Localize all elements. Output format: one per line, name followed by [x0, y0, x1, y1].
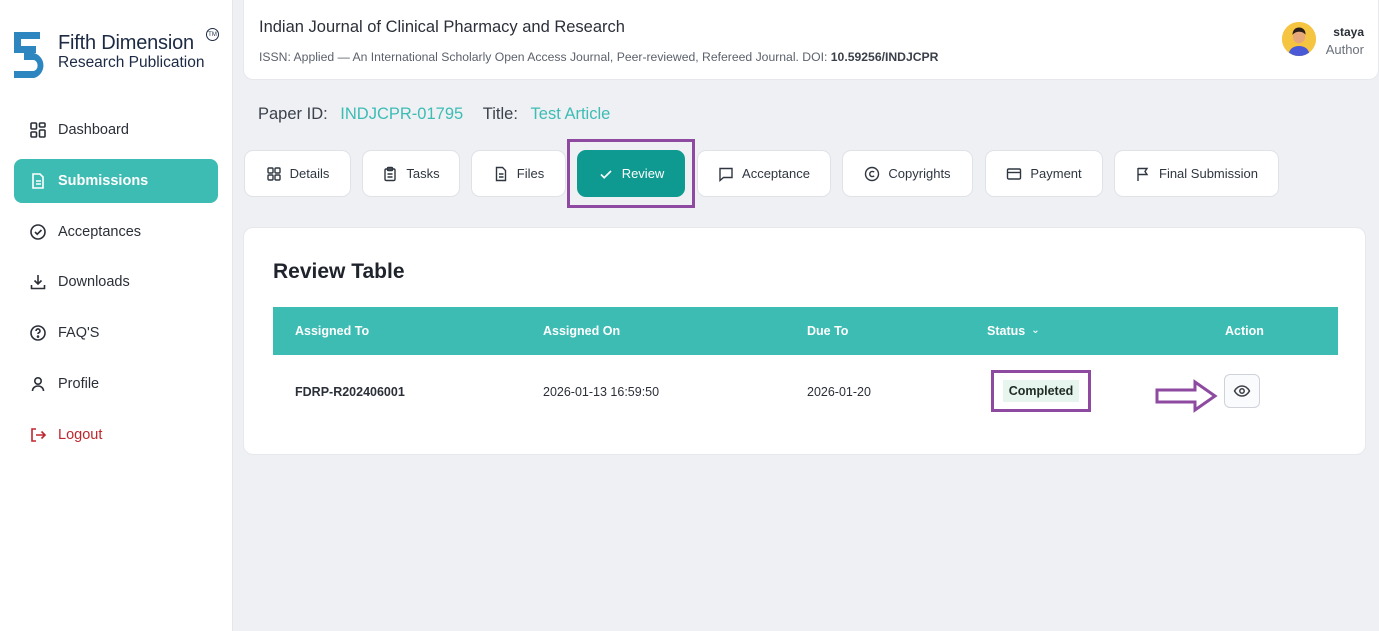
user-role: Author — [1325, 42, 1364, 57]
tab-label: Files — [516, 166, 545, 181]
paper-title-label: Title: — [482, 105, 518, 123]
trademark-badge: TM — [206, 28, 219, 41]
file-icon — [493, 166, 509, 182]
sidebar-item-label: Acceptances — [58, 223, 142, 240]
cell-due-to: 2026-01-20 — [807, 385, 871, 399]
cell-assigned-on: 2026-01-13 16:59:50 — [543, 385, 660, 399]
page-header: Indian Journal of Clinical Pharmacy and … — [243, 0, 1379, 80]
sidebar-item-label: Profile — [58, 375, 100, 392]
status-badge-highlight: Completed — [991, 370, 1091, 412]
check-circle-icon — [29, 223, 47, 241]
document-icon — [29, 172, 47, 190]
sidebar-item-logout[interactable]: Logout — [14, 413, 218, 457]
tab-label: Copyrights — [888, 166, 951, 181]
table-row: FDRP-R202406001 2026-01-13 16:59:50 2026… — [273, 355, 1338, 429]
grid-icon — [29, 121, 47, 139]
sidebar-item-label: Downloads — [58, 274, 130, 291]
review-card: Review Table Assigned To Assigned On Due… — [243, 227, 1366, 455]
column-header-due-to: Due To — [807, 324, 849, 338]
review-table-title: Review Table — [273, 260, 405, 283]
clipboard-icon — [382, 166, 398, 182]
journal-doi: 10.59256/INDJCPR — [830, 50, 939, 64]
paper-id-label: Paper ID: — [258, 105, 328, 123]
tab-label: Payment — [1030, 166, 1082, 181]
tab-label: Details — [289, 166, 330, 181]
paper-id-value: INDJCPR-01795 — [340, 105, 464, 123]
view-review-button[interactable] — [1224, 374, 1260, 408]
tab-label: Final Submission — [1159, 166, 1258, 181]
sidebar-item-label: FAQ'S — [58, 325, 100, 342]
sidebar-item-dashboard[interactable]: Dashboard — [14, 108, 218, 152]
message-icon — [718, 166, 734, 182]
paper-info: Paper ID: INDJCPR-01795 Title: Test Arti… — [258, 105, 610, 124]
tab-tasks[interactable]: Tasks — [362, 150, 460, 197]
brand-logo[interactable]: Fifth Dimension Research Publication TM — [14, 28, 224, 84]
status-badge: Completed — [1002, 380, 1080, 402]
journal-subtitle: ISSN: Applied — An International Scholar… — [259, 50, 938, 64]
sidebar-item-submissions[interactable]: Submissions — [14, 158, 218, 203]
brand-title: Fifth Dimension — [58, 32, 194, 54]
sidebar-item-profile[interactable]: Profile — [14, 362, 218, 406]
copyright-icon — [864, 166, 880, 182]
download-icon — [29, 273, 47, 291]
tab-payment[interactable]: Payment — [985, 150, 1103, 197]
brand-subtitle: Research Publication — [58, 54, 205, 71]
sidebar-item-faqs[interactable]: FAQ'S — [14, 311, 218, 355]
tab-final-submission[interactable]: Final Submission — [1114, 150, 1279, 197]
flag-icon — [1135, 166, 1151, 182]
sidebar-item-acceptances[interactable]: Acceptances — [14, 210, 218, 254]
journal-title: Indian Journal of Clinical Pharmacy and … — [259, 18, 625, 36]
tab-review-highlight — [567, 139, 695, 208]
tab-acceptance[interactable]: Acceptance — [697, 150, 831, 197]
eye-icon — [1233, 385, 1251, 397]
arrow-right-icon — [1155, 379, 1218, 413]
sidebar-nav: Dashboard Submissions Acceptances Downlo… — [14, 108, 218, 464]
chevron-down-icon[interactable]: ⌄ — [1031, 325, 1039, 336]
journal-description: ISSN: Applied — An International Scholar… — [259, 50, 831, 64]
column-header-action: Action — [1225, 324, 1264, 338]
user-icon — [29, 375, 47, 393]
avatar[interactable] — [1282, 22, 1316, 56]
column-header-status-label: Status — [987, 324, 1026, 338]
tab-files[interactable]: Files — [471, 150, 566, 197]
table-header: Assigned To Assigned On Due To Status ⌄ A… — [273, 307, 1338, 355]
tab-label: Acceptance — [742, 166, 810, 181]
sidebar-item-label: Dashboard — [58, 122, 129, 138]
sidebar: Fifth Dimension Research Publication TM … — [0, 0, 233, 631]
tab-copyrights[interactable]: Copyrights — [842, 150, 973, 197]
sidebar-item-label: Submissions — [58, 172, 149, 189]
column-header-assigned-on: Assigned On — [543, 324, 621, 338]
cell-assigned-to: FDRP-R202406001 — [295, 385, 405, 399]
grid-icon — [266, 166, 282, 182]
column-header-status[interactable]: Status ⌄ — [987, 324, 1040, 338]
sidebar-item-downloads[interactable]: Downloads — [14, 260, 218, 304]
tab-label: Tasks — [406, 166, 440, 181]
paper-title-value: Test Article — [530, 105, 611, 123]
user-name: staya — [1333, 25, 1364, 39]
tab-details[interactable]: Details — [244, 150, 351, 197]
brand-mark-icon — [14, 32, 44, 78]
logout-icon — [29, 426, 47, 444]
credit-card-icon — [1006, 166, 1022, 182]
help-circle-icon — [29, 324, 47, 342]
column-header-assigned-to: Assigned To — [295, 324, 370, 338]
sidebar-item-label: Logout — [58, 426, 103, 443]
avatar-illustration — [1282, 22, 1316, 56]
